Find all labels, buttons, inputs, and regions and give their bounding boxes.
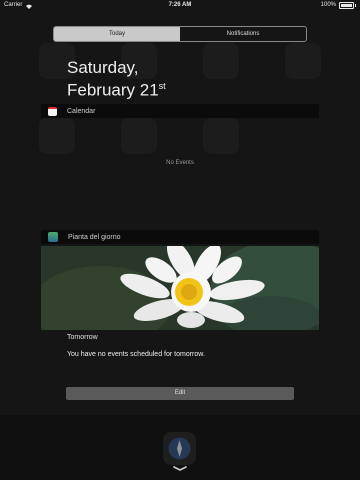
plant-widget-title: Pianta del giorno xyxy=(68,233,121,241)
no-events-text: No Events xyxy=(166,160,194,166)
tab-today[interactable]: Today xyxy=(54,27,180,41)
battery-tip-icon xyxy=(355,4,356,7)
background-app-icon xyxy=(285,43,321,79)
background-app-icon xyxy=(39,118,75,154)
status-bar: Carrier 7:26 AM 100% xyxy=(0,0,360,11)
background-app-icon xyxy=(203,43,239,79)
compass-icon xyxy=(168,437,191,460)
plant-of-the-day-photo[interactable] xyxy=(41,246,319,330)
notification-center-grabber-icon[interactable] xyxy=(173,466,187,471)
calendar-widget-title: Calendar xyxy=(67,107,96,115)
calendar-widget-header[interactable]: Calendar xyxy=(41,104,319,118)
battery-icon xyxy=(339,2,354,9)
plant-app-icon xyxy=(48,232,58,242)
date-weekday: Saturday, xyxy=(67,58,139,77)
date-header: Saturday, February 21st xyxy=(67,58,166,100)
battery-percent: 100% xyxy=(320,2,336,8)
date-month-day: February 21 xyxy=(67,80,159,100)
plant-widget-header[interactable]: Pianta del giorno xyxy=(41,230,319,244)
tomorrow-text: You have no events scheduled for tomorro… xyxy=(67,351,205,358)
date-day: February 21st xyxy=(67,77,166,100)
status-right: 100% xyxy=(321,0,356,11)
today-notifications-segmented-control: Today Notifications xyxy=(53,26,307,42)
safari-dock-icon[interactable] xyxy=(163,432,196,465)
calendar-icon xyxy=(48,106,57,116)
background-app-icon xyxy=(203,118,239,154)
water-lily-illustration xyxy=(41,246,319,330)
date-ordinal-suffix: st xyxy=(158,81,166,91)
status-time: 7:26 AM xyxy=(168,2,192,8)
tomorrow-title: Tomorrow xyxy=(67,334,98,341)
background-app-icon xyxy=(121,118,157,154)
edit-button[interactable]: Edit xyxy=(66,387,294,400)
tab-notifications[interactable]: Notifications xyxy=(180,27,306,41)
